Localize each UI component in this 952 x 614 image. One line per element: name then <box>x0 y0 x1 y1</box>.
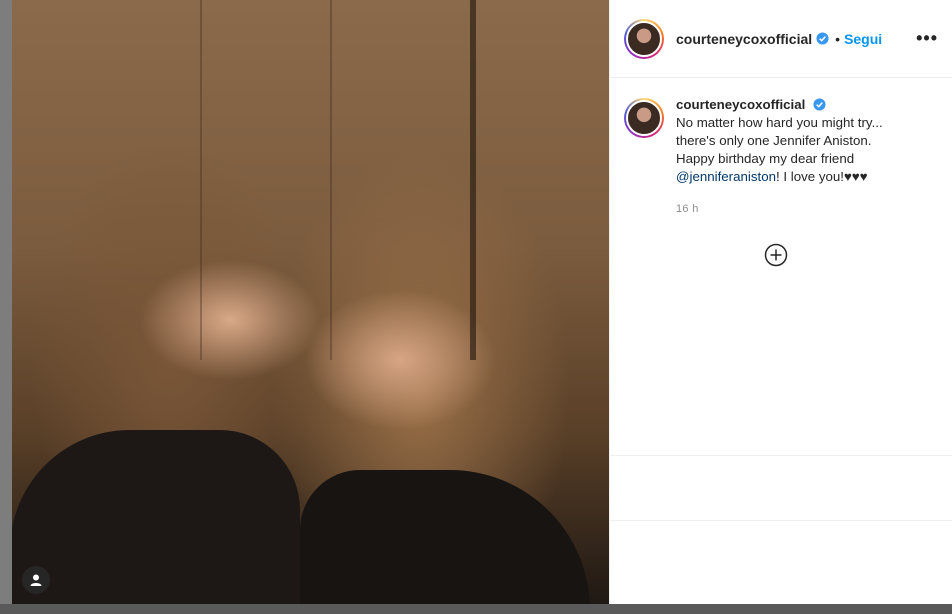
caption-comment: courteneycoxofficial No matter how hard … <box>610 78 952 218</box>
section-divider <box>610 520 952 521</box>
post-side-panel: courteneycoxofficial • Segui ••• courten… <box>609 0 952 604</box>
caption-username[interactable]: courteneycoxofficial <box>676 97 805 112</box>
avatar[interactable] <box>624 18 664 59</box>
caption-line-4-rest: ! I love you!♥♥♥ <box>776 169 868 184</box>
verified-badge-icon <box>813 98 826 111</box>
timestamp[interactable]: 16 h <box>676 200 926 218</box>
post-photo[interactable] <box>0 0 609 614</box>
mention-link[interactable]: @jenniferaniston <box>676 169 776 184</box>
caption-line-2: there's only one Jennifer Aniston. <box>676 133 872 148</box>
caption-line-3: Happy birthday my dear friend <box>676 151 855 166</box>
verified-badge-icon <box>816 32 829 45</box>
caption-line-4: @jenniferaniston! I love you!♥♥♥ <box>676 168 926 186</box>
tagged-users-button[interactable] <box>22 566 50 594</box>
user-icon <box>30 574 42 586</box>
section-divider <box>610 455 952 456</box>
post-author-username[interactable]: courteneycoxofficial <box>676 31 812 47</box>
separator-dot: • <box>835 30 841 47</box>
caption-line-1: No matter how hard you might try... <box>676 115 883 130</box>
caption-avatar[interactable] <box>624 98 664 138</box>
more-options-button[interactable]: ••• <box>916 28 938 49</box>
plus-circle-icon[interactable] <box>764 243 788 267</box>
bottom-strip <box>0 604 952 614</box>
follow-button[interactable]: Segui <box>844 31 882 47</box>
post-header: courteneycoxofficial • Segui ••• <box>610 0 952 78</box>
